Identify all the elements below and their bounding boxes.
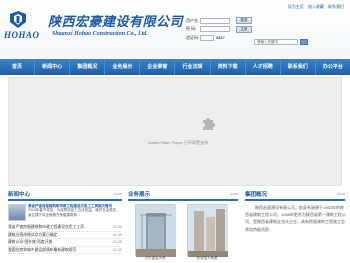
nav-office[interactable]: 办公平台 xyxy=(316,59,350,75)
search-input[interactable]: 请输入关键字 xyxy=(254,39,298,45)
login-button[interactable]: 登录 xyxy=(236,17,252,24)
news-item-date: 12-09 xyxy=(112,225,122,229)
username-label: 用户名: xyxy=(186,17,200,23)
news-item-date: 12-09 xyxy=(112,232,122,237)
nav-business[interactable]: 业务展示 xyxy=(105,59,141,75)
news-panel-header: 新闻中心 more xyxy=(8,191,122,201)
showcase-photo-2[interactable]: 西安国人商厦 xyxy=(187,204,228,260)
plugin-icon xyxy=(203,118,215,130)
nav-news[interactable]: 新闻中心 xyxy=(35,59,71,75)
password-input[interactable] xyxy=(200,26,230,32)
nav-careers[interactable]: 人才招聘 xyxy=(246,59,281,75)
news-more-link[interactable]: more xyxy=(114,192,122,196)
showcase-panel-header: 业务展示 more xyxy=(128,191,238,201)
code-label: 验证码: xyxy=(186,34,200,40)
nav-contact[interactable]: 联系我们 xyxy=(281,59,316,75)
showcase-photo-caption: 汉中银监大厦 xyxy=(144,256,166,260)
nav-honors[interactable]: 企业荣誉 xyxy=(140,59,176,75)
password-label: 密 码: xyxy=(186,26,197,31)
flash-banner-placeholder xyxy=(8,77,342,186)
news-item-date: 12-09 xyxy=(112,240,122,244)
about-more-link[interactable]: more xyxy=(337,192,345,196)
list-item[interactable]: 我省严查房屋建筑和市政工程建设农民工工资... 12-09 xyxy=(8,224,122,232)
building-photo-1 xyxy=(136,205,176,257)
main-nav: 首页 新闻中心 集团概况 业务展示 企业荣誉 行业法规 资料下载 人才招聘 联系… xyxy=(0,59,350,75)
news-item-title[interactable]: 我省严查房屋建筑和市政工程建设农民工工资... xyxy=(8,224,100,231)
news-item-title[interactable]: 建筑公司“国外施”再度开放 xyxy=(8,239,100,246)
verification-code-value: 3817 xyxy=(216,35,225,40)
news-item-date: 12-09 xyxy=(112,247,122,252)
list-item[interactable]: 建筑公司“国外施”再度开放 12-09 xyxy=(8,239,122,247)
building-photo-2 xyxy=(188,205,228,257)
company-intro-text: 陕西宏豪建设有限公司，前身系始建于1953年的陕西省建筑工程公司，1958年更名… xyxy=(245,205,346,232)
nav-about[interactable]: 集团概况 xyxy=(70,59,106,75)
news-list: 我省严查房屋建筑和市政工程建设农民工工资... 12-09 建筑业营改增试点方案… xyxy=(8,224,122,254)
company-logo-icon xyxy=(10,11,26,28)
logo-text: HOHAO xyxy=(4,30,40,40)
news-item-title[interactable]: 建筑业营改增试点方案已确定... xyxy=(8,232,100,239)
site-header: HOHAO 陕西宏豪建设有限公司 Shaanxi Hohao Construct… xyxy=(0,0,350,58)
nav-regulations[interactable]: 行业法规 xyxy=(175,59,211,75)
set-homepage-link[interactable]: 设为主页 xyxy=(288,4,304,9)
showcase-photo-caption: 西安国人商厦 xyxy=(196,256,218,260)
nav-downloads[interactable]: 资料下载 xyxy=(211,59,246,75)
news-thumbnail[interactable] xyxy=(8,204,26,221)
about-panel-title: 集团概况 xyxy=(245,192,268,198)
company-name-en: Shaanxi Hohao Construction Co., Ltd. xyxy=(52,31,148,37)
list-item[interactable]: 建筑业营改增试点方案已确定... 12-09 xyxy=(8,232,122,239)
company-name-cn: 陕西宏豪建设有限公司 xyxy=(48,15,184,30)
showcase-more-link[interactable]: more xyxy=(230,192,238,196)
contact-link[interactable]: 联系我们 xyxy=(328,4,344,9)
add-favorite-link[interactable]: 加入收藏 xyxy=(308,4,324,9)
news-panel-title: 新闻中心 xyxy=(8,192,31,198)
top-links: 设为主页 加入收藏 联系我们 xyxy=(285,4,344,10)
search-button[interactable] xyxy=(300,39,308,45)
news-item-title[interactable]: 我国住房和城乡建设部颁布最新建筑规范 xyxy=(8,247,100,254)
about-panel-header: 集团概况 more xyxy=(245,191,345,201)
showcase-photo-1[interactable]: 汉中银监大厦 xyxy=(135,204,176,260)
news-lead: 我省严查房屋建筑和市政工程建设农民工工资拖欠情况 2015年春节将至，为保障农民… xyxy=(28,204,120,217)
username-input[interactable] xyxy=(200,17,230,24)
flash-unsupported-message: Adobe Flash Player 已不再受支持 xyxy=(148,140,209,145)
news-lead-text: 2015年春节将至，为保障农民工合法权益，维护社会稳定，省住建厅将全面展开房屋建… xyxy=(28,208,120,217)
verification-code-input[interactable] xyxy=(200,34,214,41)
showcase-panel-title: 业务展示 xyxy=(128,192,151,198)
register-button[interactable]: 注册 xyxy=(236,26,252,33)
list-item[interactable]: 我国住房和城乡建设部颁布最新建筑规范 12-09 xyxy=(8,247,122,254)
nav-home[interactable]: 首页 xyxy=(0,59,36,75)
